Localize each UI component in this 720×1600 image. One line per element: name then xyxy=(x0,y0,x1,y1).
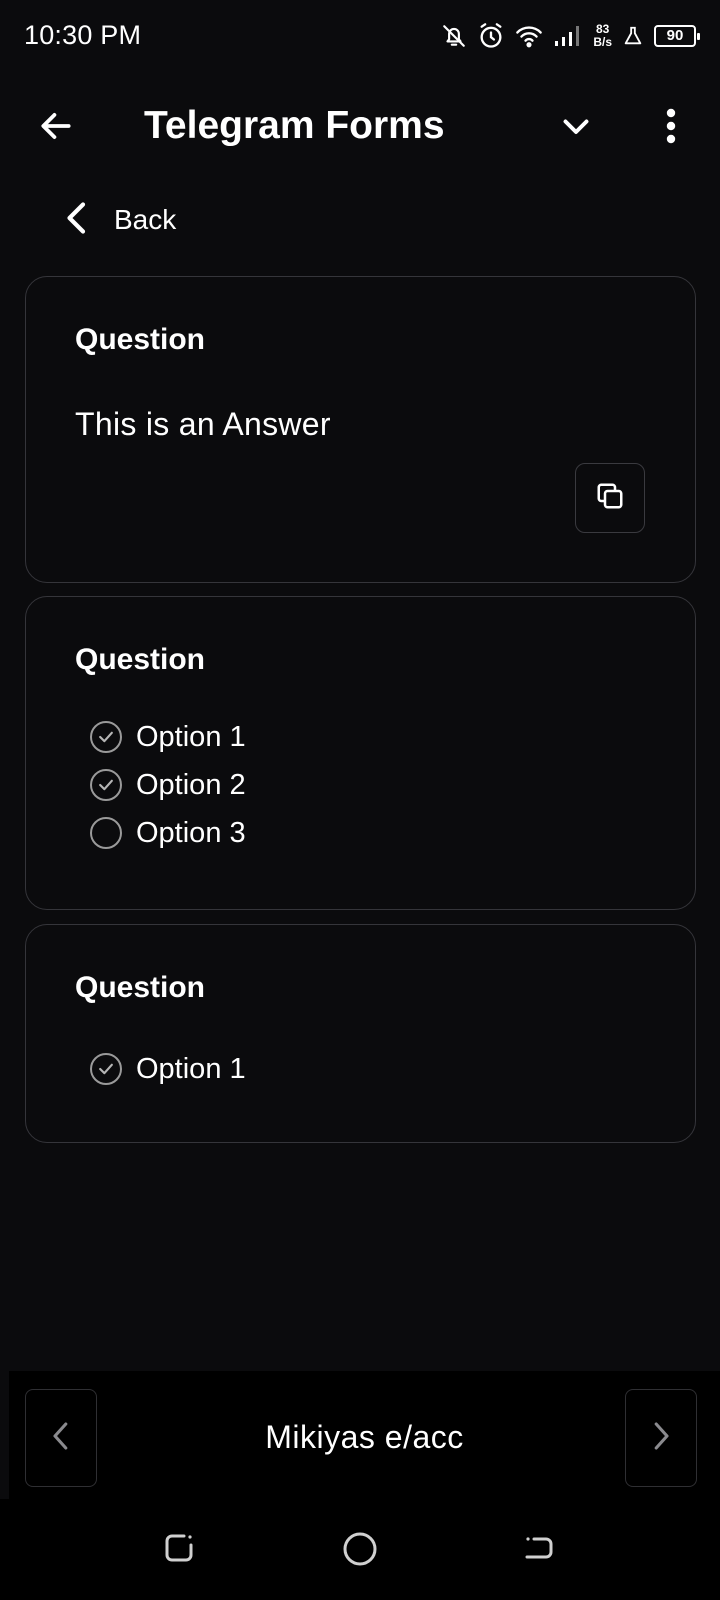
back-system-icon xyxy=(522,1537,556,1569)
option-label: Option 2 xyxy=(136,768,246,801)
option-item[interactable]: Option 2 xyxy=(90,765,246,805)
net-speed: 83 B/s xyxy=(593,23,612,49)
net-speed-unit: B/s xyxy=(593,35,612,49)
back-link[interactable]: Back xyxy=(62,192,176,248)
question-card-3: Question Option 1 xyxy=(25,924,696,1143)
expand-button[interactable] xyxy=(550,102,602,154)
wifi-icon xyxy=(515,24,543,48)
back-label: Back xyxy=(114,204,177,235)
option-item[interactable]: Option 3 xyxy=(90,813,246,853)
arrow-left-icon xyxy=(37,107,75,150)
option-label: Option 1 xyxy=(136,1052,246,1085)
copy-button[interactable] xyxy=(575,463,645,533)
question-title: Question xyxy=(75,971,206,1004)
chevron-left-icon xyxy=(62,200,92,241)
chevron-right-icon xyxy=(649,1419,673,1458)
option-label: Option 3 xyxy=(136,816,246,849)
battery-indicator: 90 xyxy=(654,25,700,47)
more-options-button[interactable] xyxy=(645,100,697,156)
question-title: Question xyxy=(75,323,206,356)
back-arrow-button[interactable] xyxy=(30,102,82,154)
option-item[interactable]: Option 1 xyxy=(90,717,246,757)
copy-icon xyxy=(595,481,625,516)
next-button[interactable] xyxy=(625,1389,697,1487)
status-time: 10:30 PM xyxy=(24,20,142,50)
question-card-2: Question Option 1 Option 2 Option 3 xyxy=(25,596,696,910)
alarm-icon xyxy=(477,22,505,50)
bell-off-icon xyxy=(441,23,467,49)
empty-circle-icon xyxy=(90,817,122,849)
home-circle-icon xyxy=(342,1532,378,1571)
app-bar: Telegram Forms xyxy=(0,80,720,176)
respondent-name: Mikiyas e/acc xyxy=(265,1419,464,1455)
question-title: Question xyxy=(75,643,206,676)
option-item[interactable]: Option 1 xyxy=(90,1049,246,1089)
recent-apps-button[interactable] xyxy=(162,1531,196,1570)
back-system-button[interactable] xyxy=(522,1531,556,1570)
check-circle-icon xyxy=(90,721,122,753)
answer-text: This is an Answer xyxy=(75,406,331,442)
recent-apps-icon xyxy=(162,1534,196,1569)
option-label: Option 1 xyxy=(136,720,246,753)
home-button[interactable] xyxy=(342,1531,378,1572)
app-title: Telegram Forms xyxy=(144,104,445,147)
signal-icon xyxy=(553,24,583,48)
status-bar: 10:30 PM 83 B/s 90 xyxy=(0,0,720,72)
check-circle-icon xyxy=(90,769,122,801)
more-vertical-icon xyxy=(665,108,677,149)
check-circle-icon xyxy=(90,1053,122,1085)
system-nav-bar xyxy=(0,1499,720,1600)
question-card-1: Question This is an Answer xyxy=(25,276,696,583)
lab-flask-icon xyxy=(622,25,644,47)
chevron-down-icon xyxy=(558,108,594,149)
bottom-bar: Mikiyas e/acc xyxy=(9,1371,720,1499)
status-icons: 83 B/s 90 xyxy=(441,18,700,54)
